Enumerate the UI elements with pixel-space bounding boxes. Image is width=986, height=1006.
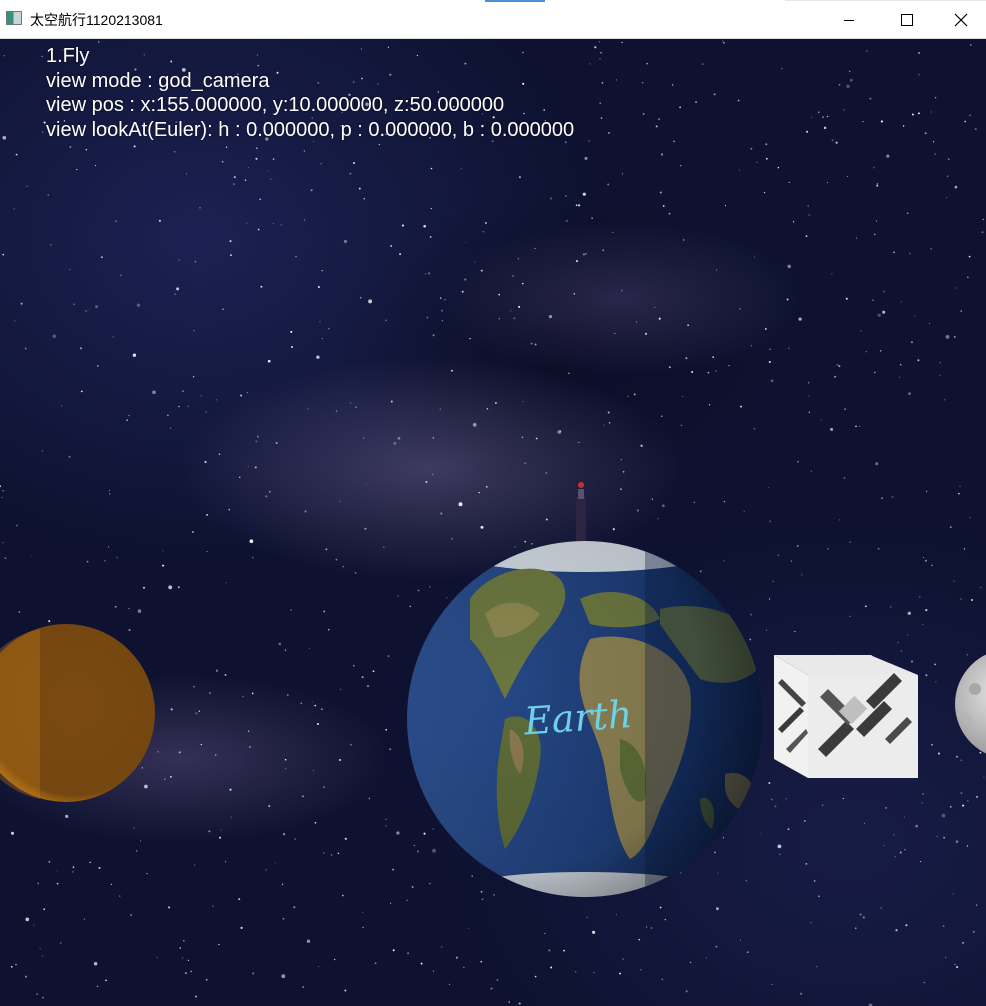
- rocket: [576, 482, 586, 543]
- window-title-bar[interactable]: 太空航行1120213081: [0, 0, 986, 39]
- render-viewport[interactable]: Earth 1.Fly view mode: god_camera view …: [0, 39, 986, 1006]
- minimize-button[interactable]: [820, 0, 878, 39]
- earth-globe: Earth: [407, 541, 763, 897]
- hud-view-position: view pos : x:155.000000, y:10.000000, z:…: [46, 94, 505, 116]
- close-icon: [954, 13, 968, 26]
- maximize-icon: [901, 13, 913, 26]
- maximize-button[interactable]: [878, 0, 936, 39]
- title-bar-accent: [485, 0, 545, 2]
- space-station-cube: [774, 655, 918, 778]
- app-icon: [6, 11, 22, 25]
- hud-mode-label: 1.Fly: [46, 45, 90, 67]
- earth-label: Earth: [522, 692, 634, 744]
- minimize-icon: [844, 19, 854, 21]
- space-scene: Earth: [0, 482, 986, 897]
- close-button[interactable]: [936, 0, 986, 39]
- hud-view-lookat: view lookAt(Euler): h : 0.000000, p : 0.…: [46, 118, 575, 141]
- window-title: 太空航行1120213081: [30, 12, 163, 28]
- grey-moon: [955, 654, 986, 754]
- hud-overlay: 1.Fly view mode : god_camera view pos : …: [46, 44, 574, 142]
- orange-planet: [0, 624, 155, 802]
- hud-view-mode: view mode : god_camera: [46, 69, 270, 92]
